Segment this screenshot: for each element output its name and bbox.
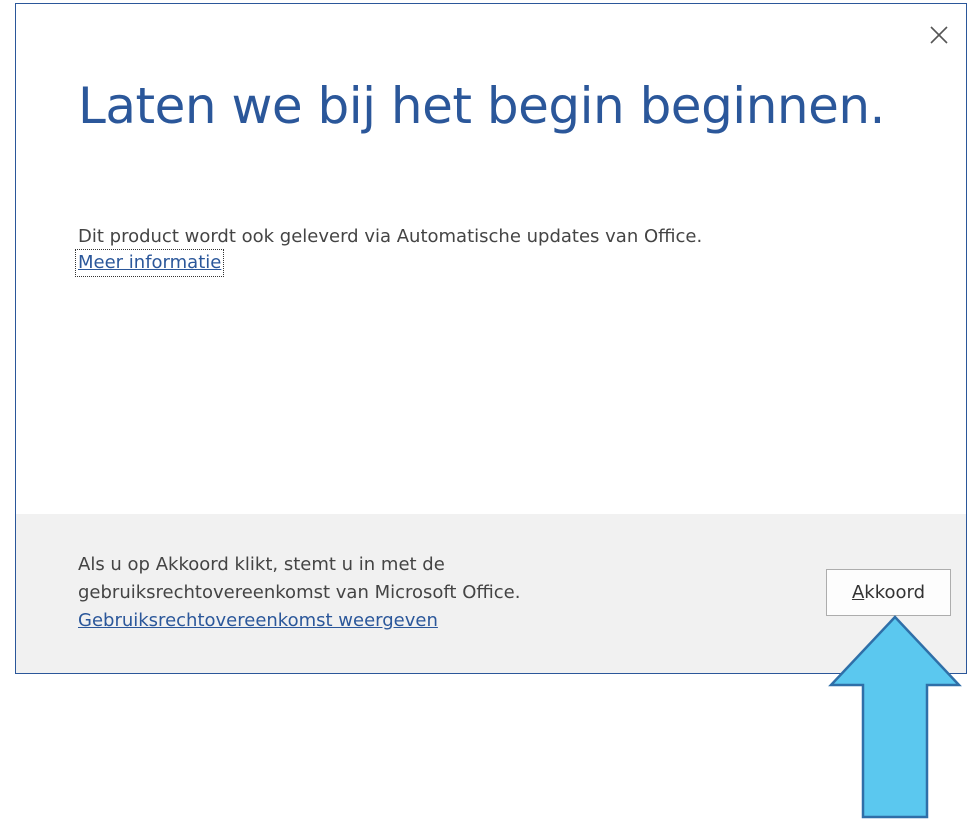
dialog-footer: Als u op Akkoord klikt, stemt u in met d…: [16, 514, 966, 673]
dialog-title: Laten we bij het begin beginnen.: [78, 77, 885, 135]
view-agreement-link[interactable]: Gebruiksrechtovereenkomst weergeven: [78, 607, 520, 635]
arrow-up-icon: [828, 615, 962, 819]
close-button[interactable]: [926, 22, 952, 48]
accept-button-label: kkoord: [864, 582, 926, 603]
close-icon: [930, 26, 948, 44]
agreement-line-2: gebruiksrechtovereenkomst van Microsoft …: [78, 582, 521, 603]
office-setup-dialog: Laten we bij het begin beginnen. Dit pro…: [15, 3, 967, 674]
agreement-line-1: Als u op Akkoord klikt, stemt u in met d…: [78, 554, 445, 575]
agreement-text: Als u op Akkoord klikt, stemt u in met d…: [78, 551, 520, 635]
accept-button[interactable]: Akkoord: [826, 569, 951, 616]
more-info-link[interactable]: Meer informatie: [74, 249, 225, 277]
product-info-text: Dit product wordt ook geleverd via Autom…: [78, 226, 703, 247]
accept-button-mnemonic: A: [851, 582, 865, 603]
